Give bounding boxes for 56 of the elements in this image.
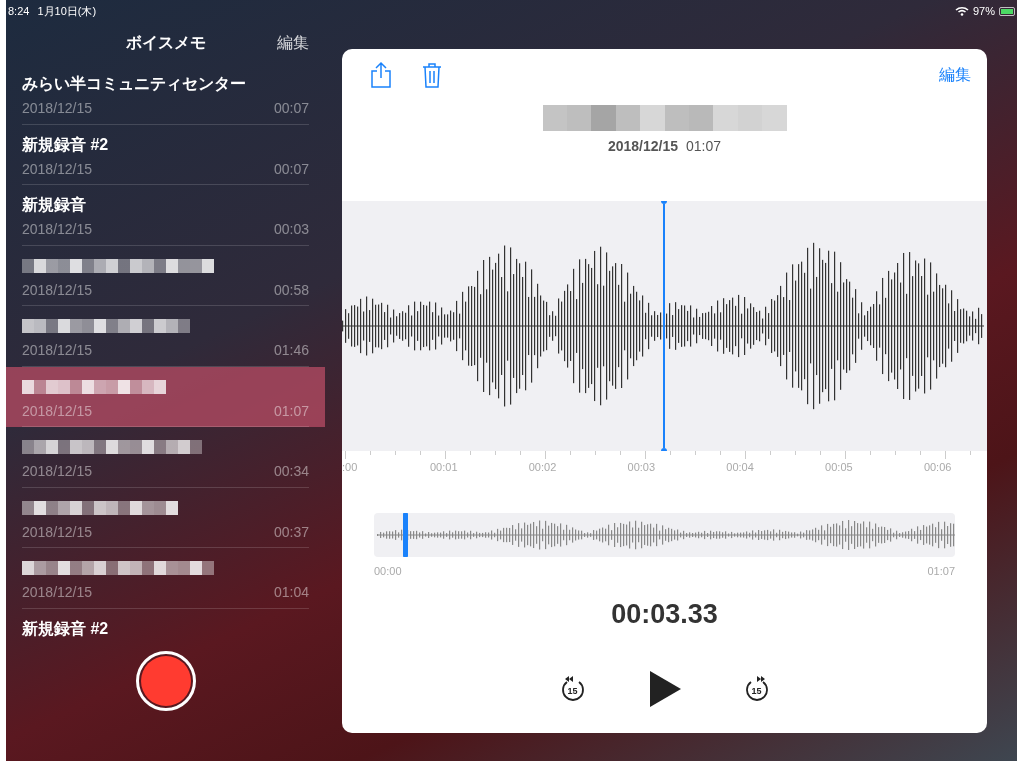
timeline-label: 00:04 <box>725 460 755 475</box>
recording-duration: 01:07 <box>273 401 309 421</box>
recording-duration: 00:03 <box>273 220 309 239</box>
recording-duration: 00:07 <box>273 99 309 118</box>
recording-duration: 00:58 <box>273 280 309 300</box>
timeline-label: 00:05 <box>824 460 854 475</box>
recording-title: 新規録音 <box>22 195 86 215</box>
edit-button[interactable]: 編集 <box>277 31 309 55</box>
overview-end-time: 01:07 <box>927 564 955 579</box>
timeline-label: :00 <box>342 460 359 475</box>
recording-duration: 01:04 <box>273 583 309 602</box>
recording-duration: 00:37 <box>273 522 309 542</box>
recording-date: 2018/12/15 <box>22 462 93 481</box>
timeline-label: 00:01 <box>428 460 459 475</box>
current-time: 00:03.33 <box>611 597 718 631</box>
recording-row[interactable]: 2018/12/15 00:58 <box>6 245 325 306</box>
recording-date: 2018/12/15 <box>22 341 93 360</box>
sidebar-title: ボイスメモ <box>126 33 206 53</box>
recording-row[interactable]: 新規録音 #2 2018/12/15 00:07 <box>6 124 325 185</box>
battery-percent: 97% <box>972 3 995 19</box>
recording-duration: 01:07 <box>686 137 722 156</box>
recording-date: 2018/12/15 <box>607 137 678 156</box>
playhead[interactable] <box>661 201 667 451</box>
status-time: 8:24 <box>8 3 30 19</box>
timeline-label: 00:03 <box>626 460 657 475</box>
skip-forward-button[interactable]: 15 <box>742 674 771 704</box>
timeline-label: 00:02 <box>527 460 558 475</box>
recording-duration: 00:34 <box>273 462 309 481</box>
overview-start-time: 00:00 <box>374 564 402 579</box>
skip-back-button[interactable]: 15 <box>558 674 587 704</box>
recording-date: 2018/12/15 <box>22 583 93 602</box>
recording-duration: 00:07 <box>273 159 309 179</box>
recording-date: 2018/12/15 <box>22 99 93 118</box>
share-icon[interactable] <box>370 61 392 89</box>
recording-row[interactable]: 2018/12/15 00:34 <box>6 427 325 488</box>
status-date: 1月10日(木) <box>37 3 97 19</box>
recording-row[interactable]: 2018/12/15 01:04 <box>6 548 325 609</box>
recording-row[interactable]: みらい半コミュニティセンター 2018/12/15 00:07 <box>6 64 325 125</box>
recording-date: 2018/12/15 <box>22 220 93 239</box>
recording-row[interactable]: 2018/12/15 01:46 <box>6 306 325 367</box>
recording-title: 新規録音 #2 <box>22 134 109 155</box>
recording-row[interactable]: 新規録音 2018/12/15 00:03 <box>6 185 325 246</box>
edit-button[interactable]: 編集 <box>939 63 971 87</box>
record-button[interactable] <box>135 651 196 711</box>
recording-date: 2018/12/15 <box>22 280 93 300</box>
recording-title: みらい半コミュニティセンター <box>22 74 246 94</box>
recording-date: 2018/12/15 <box>22 522 93 542</box>
recording-date: 2018/12/15 <box>22 401 93 421</box>
timeline-label: 00:06 <box>922 460 953 475</box>
recording-row[interactable]: 2018/12/15 00:37 <box>6 487 325 548</box>
trash-icon[interactable] <box>422 62 442 88</box>
recording-title: 新規録音 #2 <box>22 618 109 639</box>
recording-date: 2018/12/15 <box>22 159 93 179</box>
recording-duration: 01:46 <box>273 341 309 360</box>
scrub-handle[interactable] <box>403 513 409 557</box>
wifi-icon <box>954 6 969 16</box>
